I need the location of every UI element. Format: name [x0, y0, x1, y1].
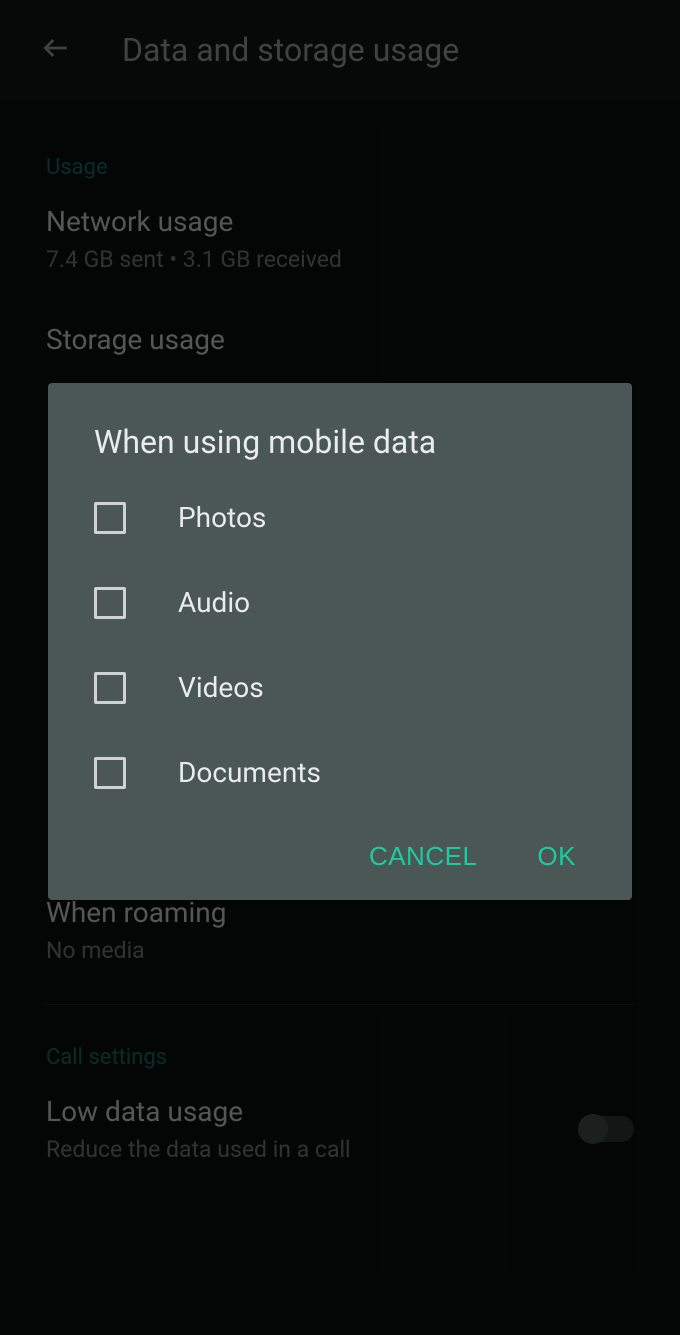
dialog-title: When using mobile data — [94, 423, 586, 461]
checkbox-photos[interactable] — [94, 502, 126, 534]
option-audio-label: Audio — [178, 586, 250, 619]
option-videos-label: Videos — [178, 671, 264, 704]
dialog-actions: CANCEL OK — [94, 841, 586, 872]
option-photos[interactable]: Photos — [94, 501, 586, 534]
option-documents-label: Documents — [178, 756, 321, 789]
ok-button[interactable]: OK — [537, 841, 576, 872]
option-photos-label: Photos — [178, 501, 266, 534]
mobile-data-dialog: When using mobile data Photos Audio Vide… — [48, 383, 632, 900]
checkbox-audio[interactable] — [94, 587, 126, 619]
checkbox-documents[interactable] — [94, 757, 126, 789]
option-videos[interactable]: Videos — [94, 671, 586, 704]
checkbox-videos[interactable] — [94, 672, 126, 704]
cancel-button[interactable]: CANCEL — [369, 841, 477, 872]
option-audio[interactable]: Audio — [94, 586, 586, 619]
option-documents[interactable]: Documents — [94, 756, 586, 789]
modal-overlay[interactable]: When using mobile data Photos Audio Vide… — [0, 0, 680, 1335]
